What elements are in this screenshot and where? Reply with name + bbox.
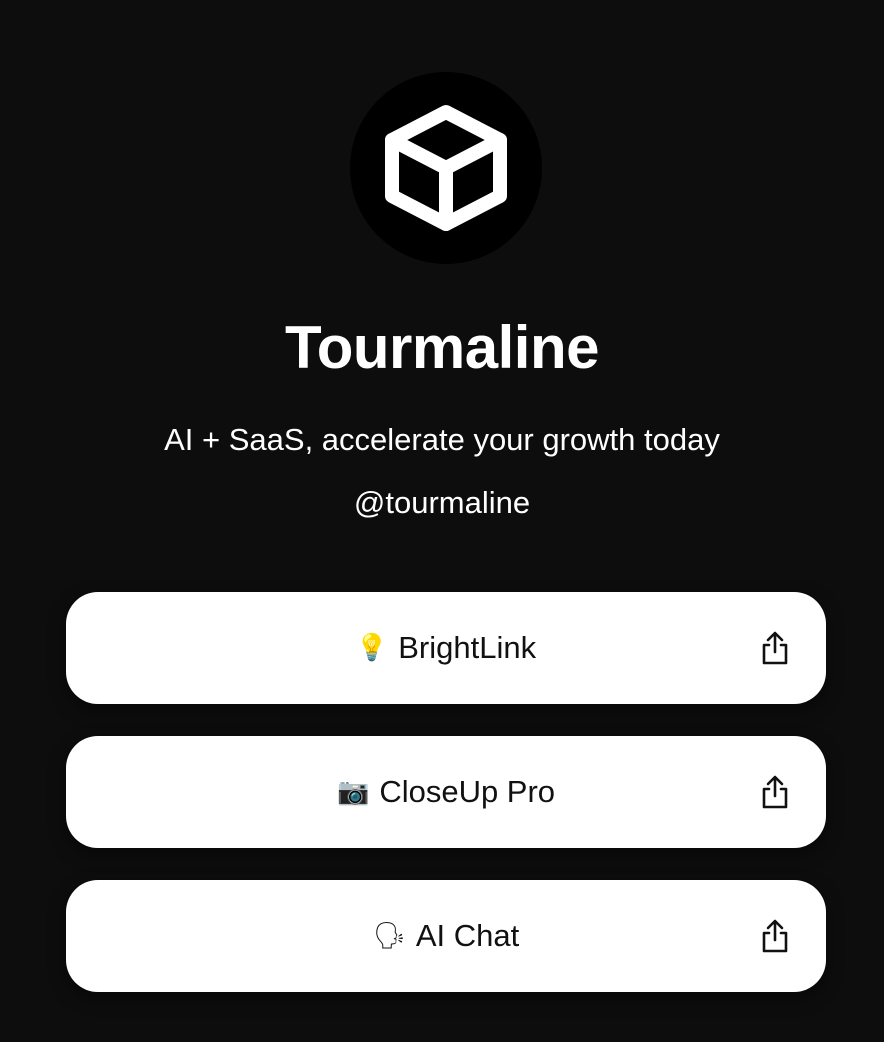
speaking-head-icon: 🗣	[372, 921, 406, 951]
link-label: CloseUp Pro	[379, 774, 556, 809]
link-label-group: 🗣 AI Chat	[373, 917, 519, 955]
camera-icon: 📷	[336, 777, 370, 807]
link-closeup-pro[interactable]: 📷 CloseUp Pro	[66, 736, 826, 848]
share-icon[interactable]	[758, 629, 792, 667]
link-ai-chat[interactable]: 🗣 AI Chat	[66, 880, 826, 992]
link-brightlink[interactable]: 💡 BrightLink	[66, 592, 826, 704]
avatar	[350, 72, 542, 264]
cube-icon	[385, 105, 507, 231]
share-icon[interactable]	[758, 917, 792, 955]
share-icon[interactable]	[758, 773, 792, 811]
link-label-group: 💡 BrightLink	[356, 629, 536, 667]
link-label: AI Chat	[415, 918, 520, 953]
link-label: BrightLink	[398, 630, 537, 665]
profile-handle[interactable]: @tourmaline	[0, 484, 884, 522]
profile-name: Tourmaline	[285, 314, 599, 381]
profile-tagline: AI + SaaS, accelerate your growth today	[164, 422, 720, 457]
link-label-group: 📷 CloseUp Pro	[337, 773, 555, 811]
lightbulb-icon: 💡	[355, 633, 389, 663]
